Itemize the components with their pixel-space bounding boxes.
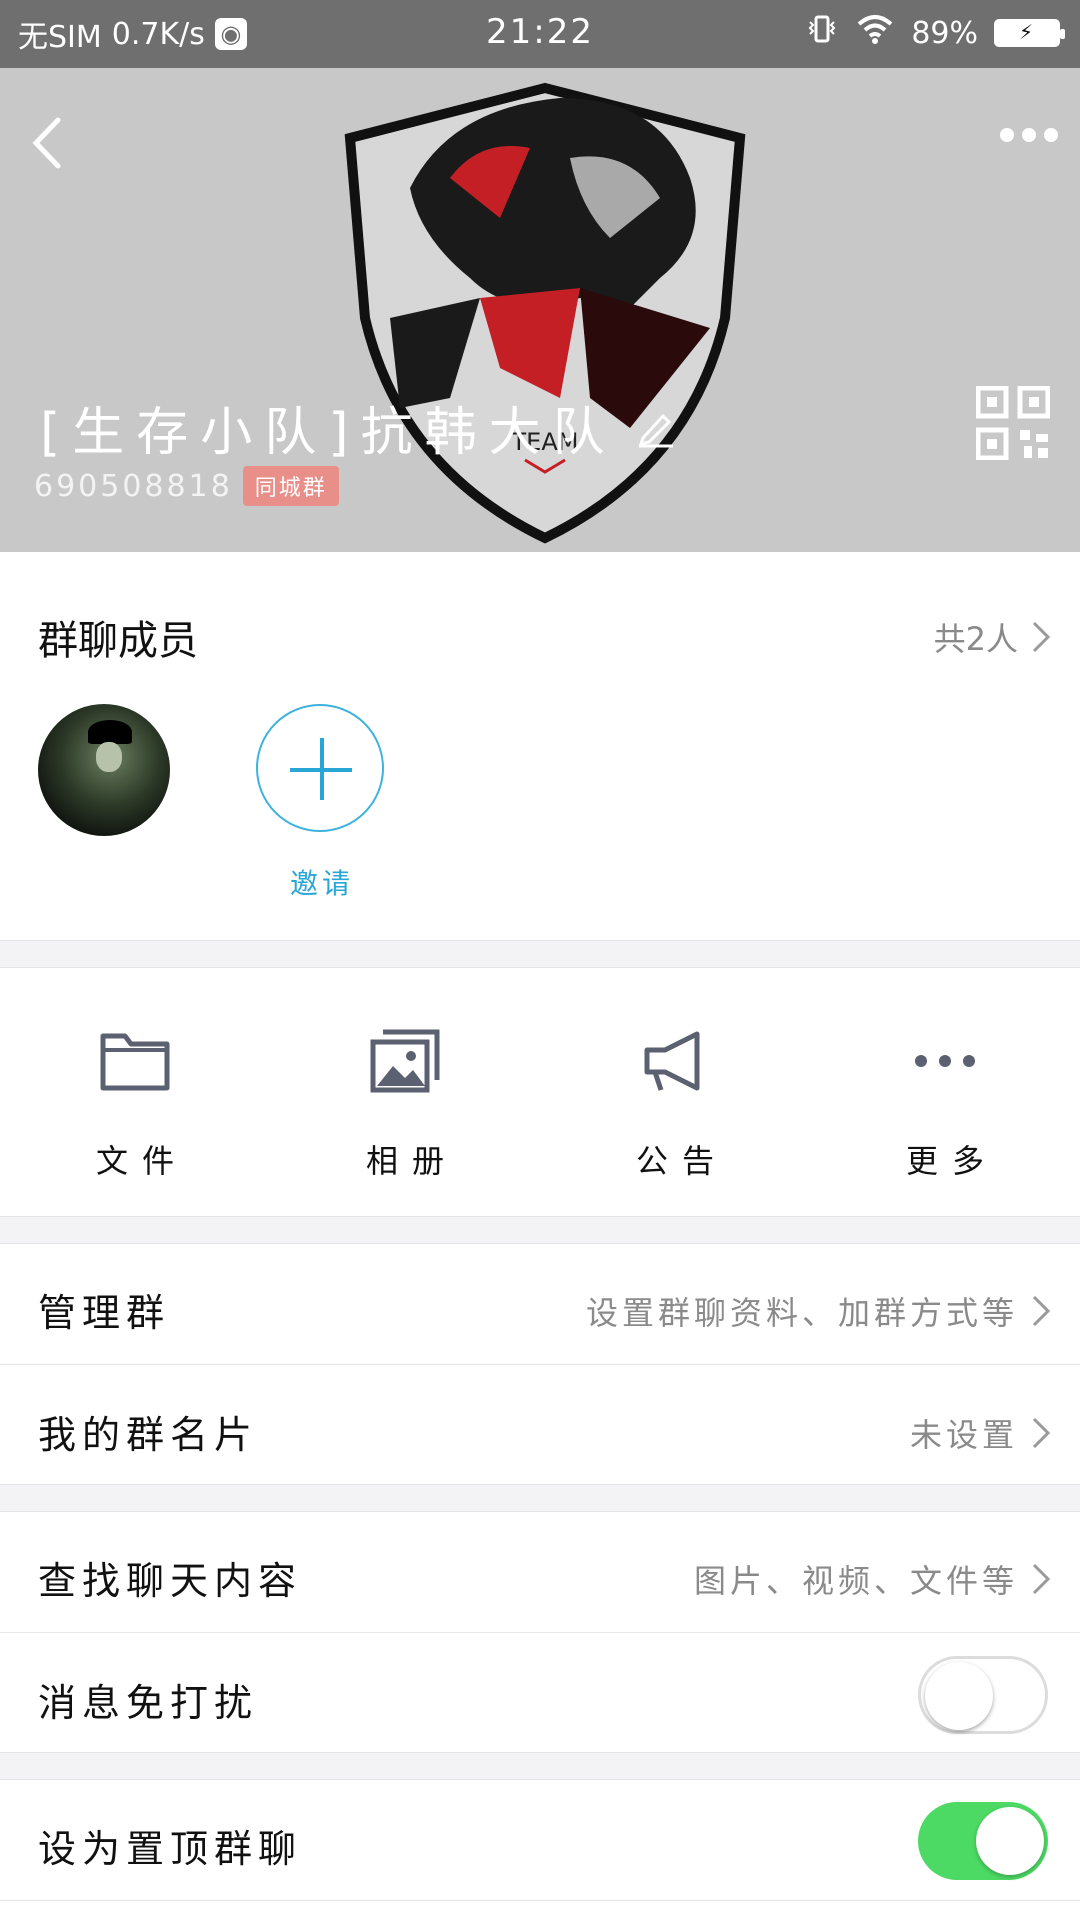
back-button[interactable] xyxy=(18,108,78,178)
section-divider xyxy=(0,1484,1080,1512)
shortcuts-bar: 文件 相册 公告 更多 xyxy=(0,968,1080,1216)
row-title: 我的群名片 xyxy=(38,1413,259,1457)
row-divider xyxy=(0,1632,1080,1633)
chevron-right-icon xyxy=(1032,1417,1051,1449)
battery-icon: ⚡ xyxy=(994,19,1065,47)
group-header: TEAM [生存小队]抗韩大队 690508818 同城群 xyxy=(0,68,1080,552)
row-title: 查找聊天内容 xyxy=(38,1559,303,1603)
search-chat-row[interactable]: 查找聊天内容 图片、视频、文件等 xyxy=(0,1512,1080,1630)
shortcut-label: 相册 xyxy=(365,1142,458,1180)
row-value: 未设置 xyxy=(910,1410,1052,1456)
row-divider xyxy=(0,1364,1080,1365)
group-name-row[interactable]: [生存小队]抗韩大队 xyxy=(40,390,675,465)
shortcut-files[interactable]: 文件 xyxy=(0,1028,270,1182)
qr-code-button[interactable] xyxy=(976,386,1050,460)
folder-icon xyxy=(100,1033,170,1091)
row-value-text: 图片、视频、文件等 xyxy=(693,1562,1018,1600)
section-divider xyxy=(0,940,1080,968)
shortcut-label: 公告 xyxy=(635,1142,728,1180)
chevron-right-icon xyxy=(1032,1563,1051,1595)
wifi-icon xyxy=(855,14,895,52)
row-title: 管理群 xyxy=(38,1291,171,1335)
chevron-right-icon xyxy=(1032,621,1051,653)
megaphone-icon xyxy=(644,1031,700,1091)
row-value-text: 未设置 xyxy=(909,1416,1018,1454)
row-value-text: 设置群聊资料、加群方式等 xyxy=(585,1294,1018,1332)
members-title: 群聊成员 xyxy=(38,618,198,664)
more-options-button[interactable] xyxy=(1000,128,1058,142)
status-bar: 无SIM 0.7K/s ◉ 21:22 89% ⚡ xyxy=(0,0,1080,68)
shortcut-label: 文件 xyxy=(95,1142,188,1180)
group-tag-badge: 同城群 xyxy=(242,466,339,506)
members-count-link[interactable]: 共2人 xyxy=(934,614,1052,660)
manage-group-row[interactable]: 管理群 设置群聊资料、加群方式等 xyxy=(0,1244,1080,1362)
dot-icon xyxy=(1044,128,1058,142)
dot-icon xyxy=(1022,128,1036,142)
status-right: 89% ⚡ xyxy=(805,14,1065,52)
row-title: 设为置顶群聊 xyxy=(38,1827,303,1871)
album-icon xyxy=(370,1029,440,1093)
pin-toggle[interactable] xyxy=(918,1802,1048,1880)
shortcut-label: 更多 xyxy=(905,1142,998,1180)
dot-icon xyxy=(1000,128,1014,142)
members-section: 群聊成员 共2人 邀请 xyxy=(0,552,1080,940)
row-title: 消息免打扰 xyxy=(38,1681,259,1725)
shortcut-more[interactable]: 更多 xyxy=(810,1028,1080,1182)
mute-notifications-row: 消息免打扰 xyxy=(0,1634,1080,1752)
section-divider xyxy=(0,1752,1080,1780)
edit-icon[interactable] xyxy=(635,408,675,448)
battery-percent: 89% xyxy=(911,15,978,51)
pin-chat-row: 设为置顶群聊 xyxy=(0,1780,1080,1898)
invite-label[interactable]: 邀请 xyxy=(290,862,354,902)
member-avatar[interactable] xyxy=(38,704,170,836)
members-count: 共2人 xyxy=(933,620,1018,658)
group-id: 690508818 xyxy=(34,468,233,504)
shortcut-album[interactable]: 相册 xyxy=(270,1028,540,1182)
row-value: 设置群聊资料、加群方式等 xyxy=(586,1288,1052,1334)
section-divider xyxy=(0,1216,1080,1244)
row-value: 图片、视频、文件等 xyxy=(694,1556,1052,1602)
shortcut-announcement[interactable]: 公告 xyxy=(540,1028,810,1182)
my-group-card-row[interactable]: 我的群名片 未设置 xyxy=(0,1366,1080,1484)
vibrate-icon xyxy=(805,14,839,52)
mute-toggle[interactable] xyxy=(918,1656,1048,1734)
group-name: [生存小队]抗韩大队 xyxy=(40,403,617,463)
chevron-right-icon xyxy=(1032,1295,1051,1327)
more-dots-icon xyxy=(915,1055,975,1067)
row-divider xyxy=(0,1900,1080,1901)
group-id-row: 690508818 同城群 xyxy=(34,466,339,506)
invite-button[interactable] xyxy=(256,704,384,832)
team-logo: TEAM xyxy=(344,82,746,544)
